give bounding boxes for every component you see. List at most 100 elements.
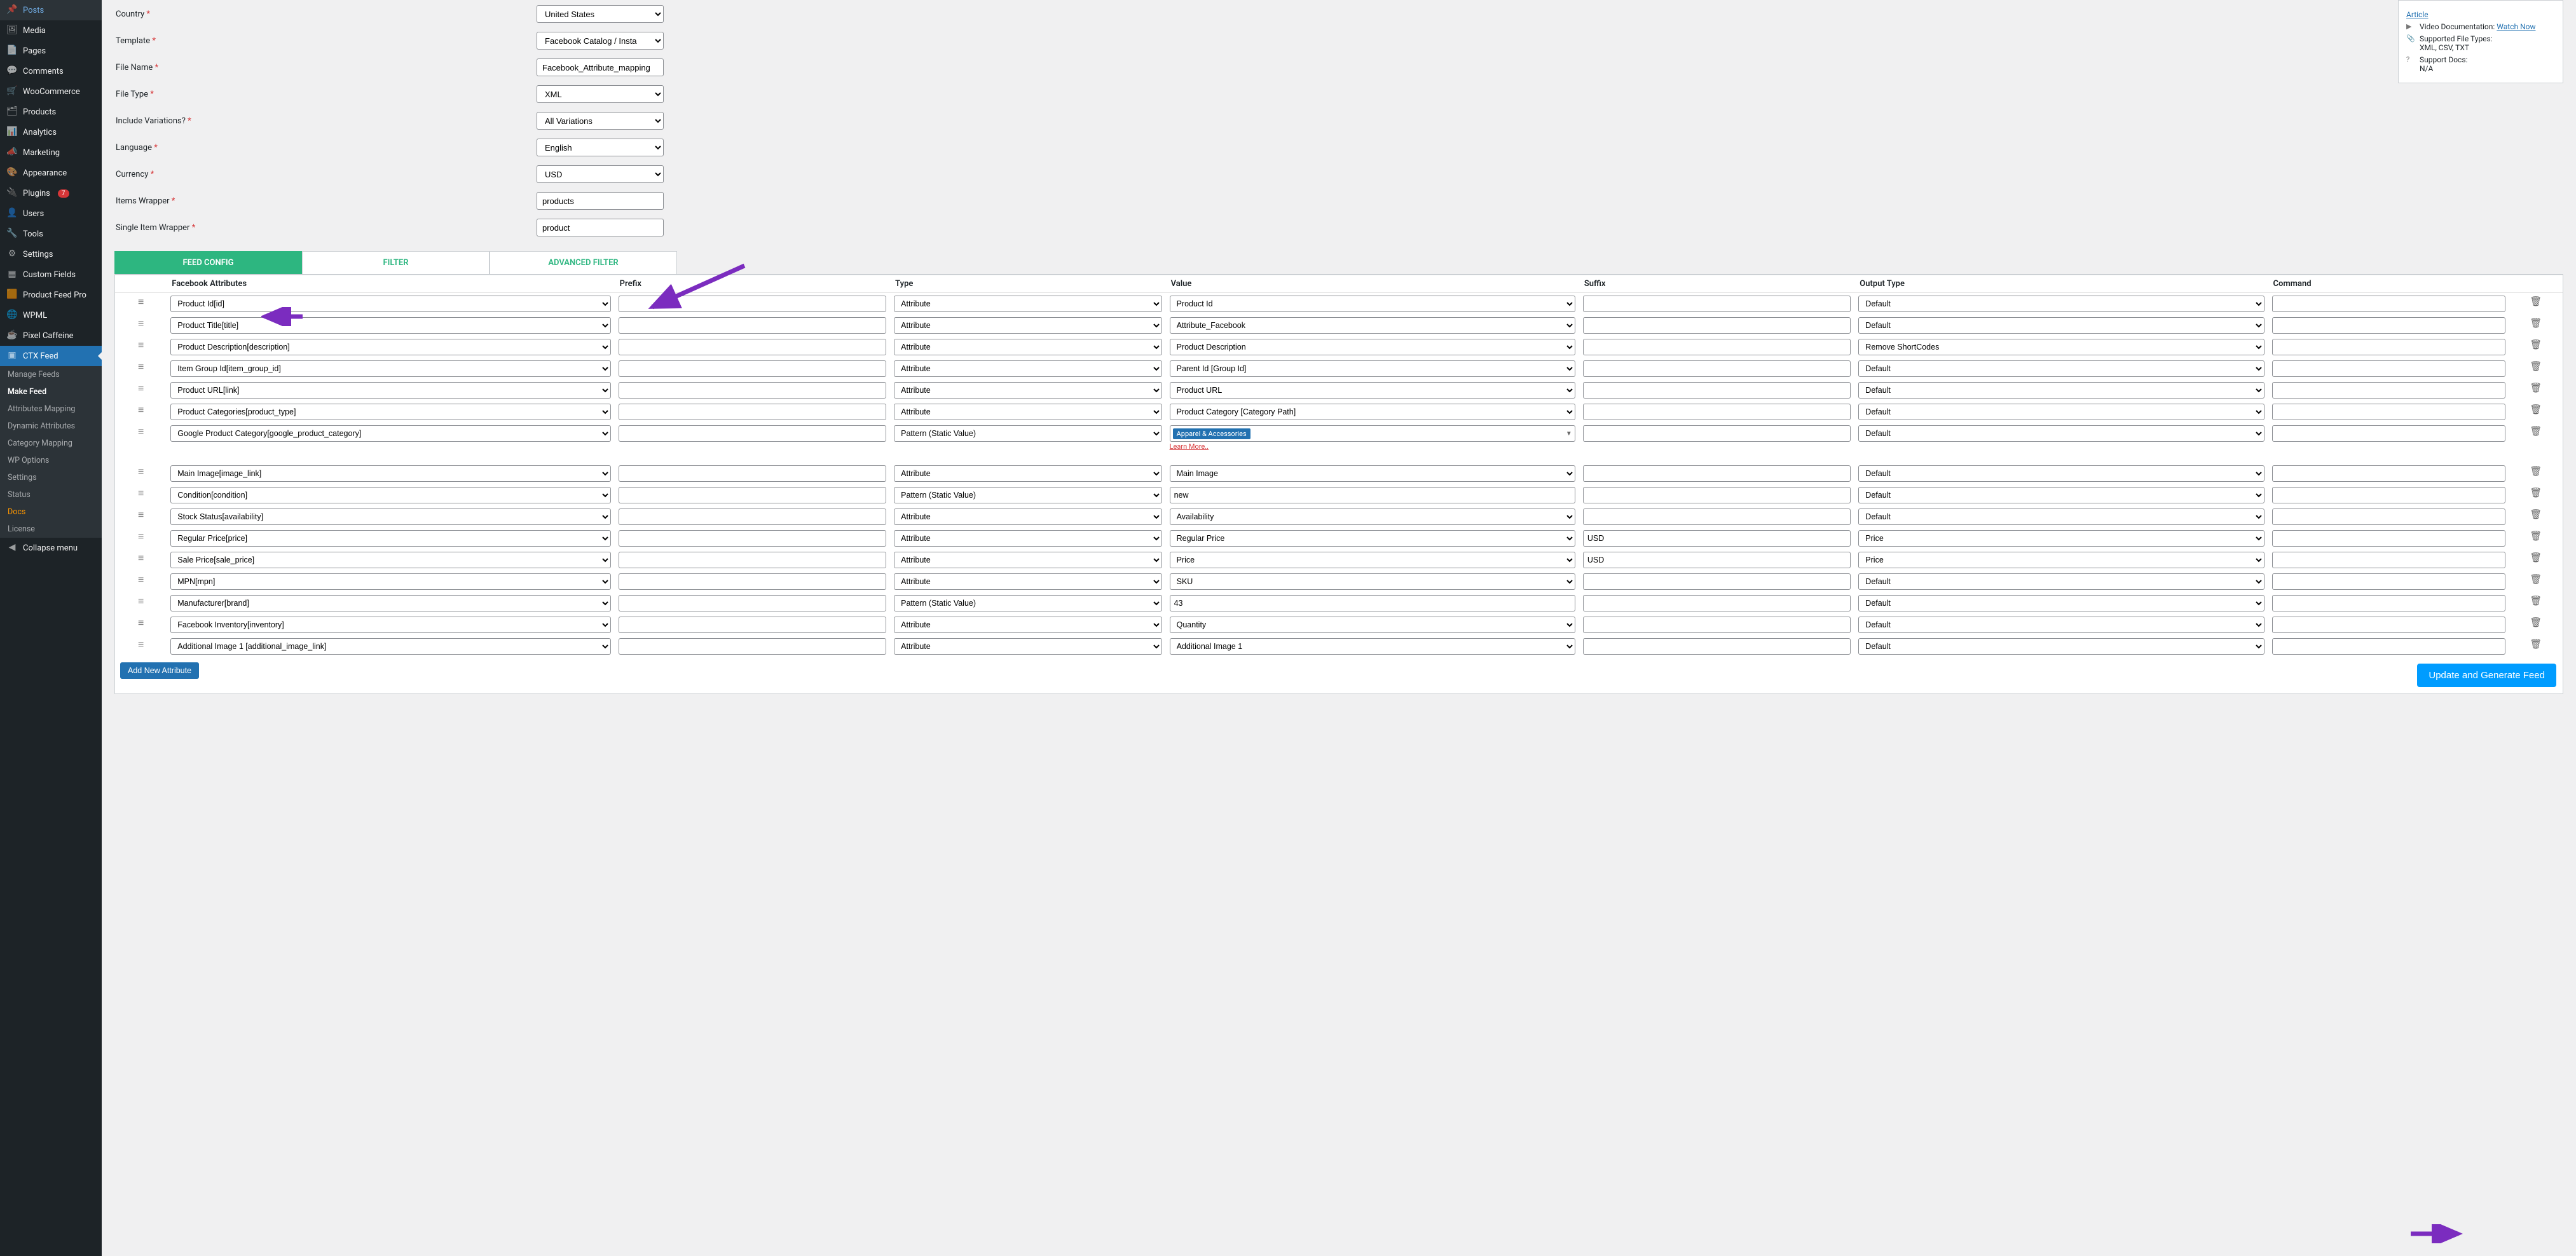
drag-handle-icon[interactable]: ≡ xyxy=(115,293,167,315)
output-select[interactable]: Default xyxy=(1858,573,2264,590)
prefix-input[interactable] xyxy=(619,638,886,655)
sidebar-item-products[interactable]: 🗂Products xyxy=(0,102,102,122)
drag-handle-icon[interactable]: ≡ xyxy=(115,636,167,657)
prefix-input[interactable] xyxy=(619,339,886,355)
help-article-link[interactable]: Article xyxy=(2406,10,2429,19)
type-select[interactable]: Attribute xyxy=(894,296,1161,312)
command-input[interactable] xyxy=(2272,617,2505,633)
output-select[interactable]: Default xyxy=(1858,360,2264,377)
drag-handle-icon[interactable]: ≡ xyxy=(115,614,167,636)
drag-handle-icon[interactable]: ≡ xyxy=(115,484,167,506)
drag-handle-icon[interactable]: ≡ xyxy=(115,423,167,454)
prefix-input[interactable] xyxy=(619,317,886,334)
prefix-input[interactable] xyxy=(619,404,886,420)
output-select[interactable]: Default xyxy=(1858,382,2264,399)
value-select[interactable]: Main Image xyxy=(1170,465,1575,482)
command-input[interactable] xyxy=(2272,339,2505,355)
tab-feed-config[interactable]: FEED CONFIG xyxy=(114,251,302,274)
sidebar-subitem-manage-feeds[interactable]: Manage Feeds xyxy=(0,366,102,383)
prefix-input[interactable] xyxy=(619,595,886,611)
command-input[interactable] xyxy=(2272,317,2505,334)
attribute-select[interactable]: Stock Status[availability] xyxy=(170,509,610,525)
prefix-input[interactable] xyxy=(619,465,886,482)
filetype-select[interactable]: XML xyxy=(537,85,664,103)
type-select[interactable]: Pattern (Static Value) xyxy=(894,487,1161,503)
attribute-select[interactable]: Condition[condition] xyxy=(170,487,610,503)
delete-row-icon[interactable]: 🗑 xyxy=(2509,293,2563,315)
suffix-input[interactable] xyxy=(1583,317,1851,334)
type-select[interactable]: Attribute xyxy=(894,573,1161,590)
currency-select[interactable]: USD xyxy=(537,165,664,183)
attribute-select[interactable]: Product Title[title] xyxy=(170,317,610,334)
delete-row-icon[interactable]: 🗑 xyxy=(2509,592,2563,614)
value-select[interactable]: SKU xyxy=(1170,573,1575,590)
value-input[interactable] xyxy=(1170,487,1575,503)
filename-input[interactable] xyxy=(537,58,664,76)
drag-handle-icon[interactable]: ≡ xyxy=(115,401,167,423)
delete-row-icon[interactable]: 🗑 xyxy=(2509,484,2563,506)
type-select[interactable]: Attribute xyxy=(894,617,1161,633)
sidebar-item-tools[interactable]: 🔧Tools xyxy=(0,224,102,244)
prefix-input[interactable] xyxy=(619,382,886,399)
delete-row-icon[interactable]: 🗑 xyxy=(2509,614,2563,636)
sidebar-subitem-license[interactable]: License xyxy=(0,521,102,538)
attribute-select[interactable]: Facebook Inventory[inventory] xyxy=(170,617,610,633)
value-select[interactable]: Product Id xyxy=(1170,296,1575,312)
attribute-select[interactable]: MPN[mpn] xyxy=(170,573,610,590)
suffix-input[interactable] xyxy=(1583,360,1851,377)
value-select[interactable]: Product URL xyxy=(1170,382,1575,399)
suffix-input[interactable] xyxy=(1583,487,1851,503)
sidebar-item-posts[interactable]: 📌Posts xyxy=(0,0,102,20)
drag-handle-icon[interactable]: ≡ xyxy=(115,571,167,592)
output-select[interactable]: Default xyxy=(1858,487,2264,503)
drag-handle-icon[interactable]: ≡ xyxy=(115,358,167,379)
suffix-input[interactable] xyxy=(1583,530,1851,547)
type-select[interactable]: Attribute xyxy=(894,339,1161,355)
sidebar-item-marketing[interactable]: 📣Marketing xyxy=(0,142,102,163)
suffix-input[interactable] xyxy=(1583,382,1851,399)
attribute-select[interactable]: Product URL[link] xyxy=(170,382,610,399)
type-select[interactable]: Attribute xyxy=(894,317,1161,334)
sidebar-item-plugins[interactable]: 🔌Plugins7 xyxy=(0,183,102,203)
delete-row-icon[interactable]: 🗑 xyxy=(2509,549,2563,571)
drag-handle-icon[interactable]: ≡ xyxy=(115,315,167,336)
suffix-input[interactable] xyxy=(1583,465,1851,482)
delete-row-icon[interactable]: 🗑 xyxy=(2509,571,2563,592)
help-video-link[interactable]: Watch Now xyxy=(2497,22,2535,31)
sidebar-item-wpml[interactable]: 🌐WPML xyxy=(0,305,102,325)
output-select[interactable]: Price xyxy=(1858,530,2264,547)
delete-row-icon[interactable]: 🗑 xyxy=(2509,636,2563,657)
attribute-select[interactable]: Regular Price[price] xyxy=(170,530,610,547)
attribute-select[interactable]: Product Id[id] xyxy=(170,296,610,312)
type-select[interactable]: Attribute xyxy=(894,382,1161,399)
delete-row-icon[interactable]: 🗑 xyxy=(2509,401,2563,423)
command-input[interactable] xyxy=(2272,382,2505,399)
value-select[interactable]: Additional Image 1 xyxy=(1170,638,1575,655)
suffix-input[interactable] xyxy=(1583,339,1851,355)
type-select[interactable]: Attribute xyxy=(894,465,1161,482)
generate-feed-button[interactable]: Update and Generate Feed xyxy=(2417,664,2556,687)
type-select[interactable]: Attribute xyxy=(894,404,1161,420)
command-input[interactable] xyxy=(2272,404,2505,420)
output-select[interactable]: Default xyxy=(1858,425,2264,442)
command-input[interactable] xyxy=(2272,530,2505,547)
sidebar-subitem-docs[interactable]: Docs xyxy=(0,503,102,521)
sidebar-item-analytics[interactable]: 📊Analytics xyxy=(0,122,102,142)
drag-handle-icon[interactable]: ≡ xyxy=(115,506,167,528)
prefix-input[interactable] xyxy=(619,296,886,312)
sidebar-item-appearance[interactable]: 🎨Appearance xyxy=(0,163,102,183)
sidebar-item-woocommerce[interactable]: 🛒WooCommerce xyxy=(0,81,102,102)
items-wrapper-input[interactable] xyxy=(537,192,664,210)
drag-handle-icon[interactable]: ≡ xyxy=(115,592,167,614)
sidebar-subitem-dynamic-attributes[interactable]: Dynamic Attributes xyxy=(0,418,102,435)
output-select[interactable]: Default xyxy=(1858,638,2264,655)
value-tagbox[interactable]: Apparel & Accessories▼ xyxy=(1170,425,1575,442)
prefix-input[interactable] xyxy=(619,487,886,503)
command-input[interactable] xyxy=(2272,425,2505,442)
tab-advanced-filter[interactable]: ADVANCED FILTER xyxy=(490,251,677,274)
command-input[interactable] xyxy=(2272,487,2505,503)
sidebar-subitem-settings[interactable]: Settings xyxy=(0,469,102,486)
output-select[interactable]: Default xyxy=(1858,296,2264,312)
delete-row-icon[interactable]: 🗑 xyxy=(2509,463,2563,484)
sidebar-subitem-make-feed[interactable]: Make Feed xyxy=(0,383,102,400)
